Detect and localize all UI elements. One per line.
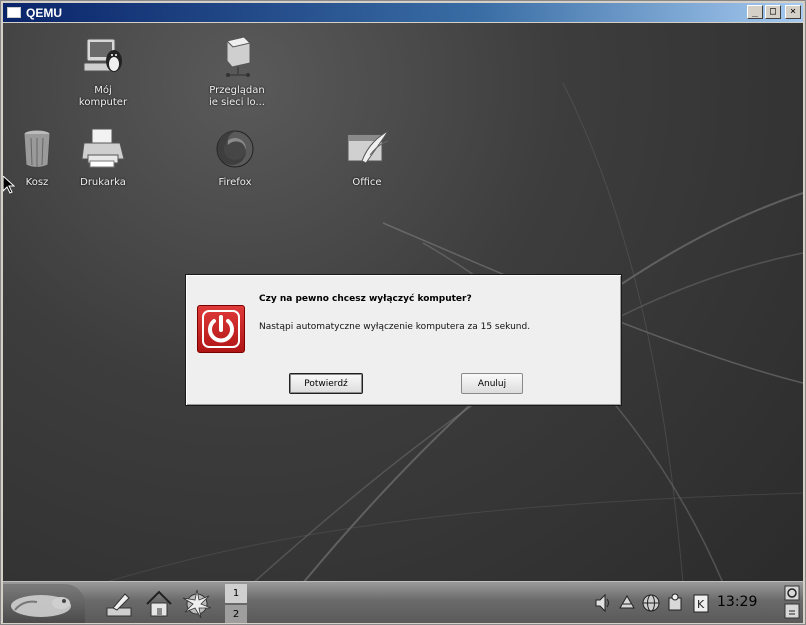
power-icon	[197, 305, 245, 353]
desktop-icon-printer[interactable]: Drukarka	[63, 125, 143, 189]
desktop-icon-label: Mój	[94, 85, 112, 96]
desktop-icon-label: Przeglądan	[209, 85, 265, 96]
desktop-pager[interactable]: 1 2	[225, 584, 247, 623]
network-tray-icon[interactable]	[617, 592, 637, 614]
cancel-button[interactable]: Anuluj	[461, 373, 523, 394]
start-menu-button[interactable]	[3, 584, 85, 623]
firefox-icon	[216, 130, 254, 168]
dialog-title: Czy na pewno chcesz wyłączyć komputer?	[259, 294, 472, 304]
office-icon	[347, 130, 389, 164]
konqueror-icon[interactable]	[181, 588, 213, 620]
desktop-icon-firefox[interactable]: Firefox	[195, 125, 275, 189]
qemu-window: QEMU _ □ × Mój komputer Przeglądan ie si…	[0, 0, 806, 625]
taskbar-clock[interactable]: 13:29	[717, 594, 757, 610]
window-titlebar[interactable]: QEMU _ □ ×	[3, 3, 803, 22]
desktop-icon-office[interactable]: Office	[327, 125, 407, 189]
qemu-app-icon	[7, 7, 21, 18]
desktop-icon-label: Firefox	[218, 177, 252, 188]
globe-tray-icon[interactable]	[641, 592, 661, 614]
desktop-icon-label: Drukarka	[80, 177, 126, 188]
gecko-logo-icon	[11, 595, 71, 617]
printer-icon	[81, 128, 125, 168]
pager-desktop-2[interactable]: 2	[225, 605, 247, 623]
maximize-button[interactable]: □	[765, 5, 781, 19]
trash-icon	[23, 129, 51, 168]
desktop-icon-my-computer[interactable]: Mój komputer	[63, 33, 143, 109]
desktop-icon-label: Office	[352, 177, 382, 188]
window-title: QEMU	[26, 5, 62, 20]
logout-lock-icon[interactable]	[783, 584, 801, 622]
klipper-icon[interactable]: K	[691, 592, 711, 614]
shutdown-dialog: Czy na pewno chcesz wyłączyć komputer? N…	[185, 274, 622, 406]
my-computer-icon	[83, 38, 122, 72]
dialog-message: Nastąpi automatyczne wyłączenie komputer…	[259, 322, 531, 332]
home-icon[interactable]	[143, 588, 175, 620]
confirm-button[interactable]: Potwierdź	[289, 373, 363, 394]
speaker-icon[interactable]	[593, 592, 613, 614]
desktop-icon-label: ie sieci lo...	[209, 97, 265, 108]
taskbar: 1 2 K 13:29	[3, 581, 803, 623]
network-browser-icon	[226, 36, 251, 77]
desktop-pen-icon[interactable]	[103, 588, 135, 620]
desktop-icon-network[interactable]: Przeglądan ie sieci lo...	[197, 33, 277, 109]
update-tray-icon[interactable]	[665, 592, 685, 614]
desktop-icon-label: komputer	[78, 97, 128, 108]
pager-desktop-1[interactable]: 1	[225, 584, 247, 603]
close-button[interactable]: ×	[785, 5, 801, 19]
guest-desktop[interactable]: Mój komputer Przeglądan ie sieci lo... K…	[3, 23, 803, 623]
minimize-button[interactable]: _	[747, 5, 763, 19]
mouse-cursor-icon	[3, 176, 15, 194]
svg-text:K: K	[697, 598, 705, 611]
